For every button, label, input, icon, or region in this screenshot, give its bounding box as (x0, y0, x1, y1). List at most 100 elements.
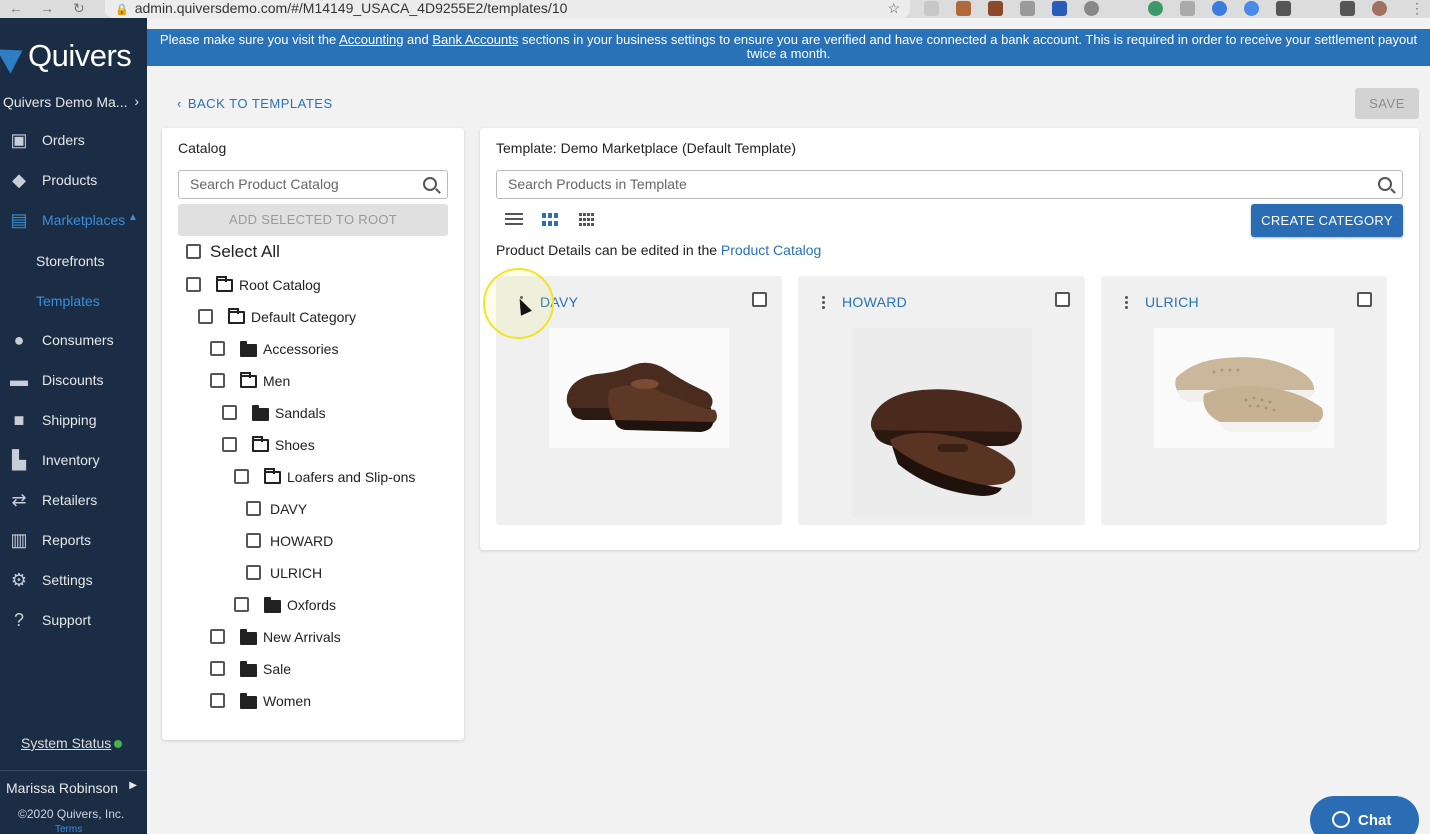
extension-icon[interactable] (988, 1, 1003, 16)
tree-checkbox[interactable] (210, 341, 225, 356)
extension-icon[interactable] (956, 1, 971, 16)
key-icon[interactable] (1340, 1, 1355, 16)
tree-item-label[interactable]: ULRICH (270, 565, 322, 581)
folder-icon (252, 405, 269, 421)
org-name: Quivers Demo Ma... (3, 94, 128, 110)
reload-icon[interactable]: ↻ (73, 0, 85, 16)
tree-checkbox[interactable] (210, 693, 225, 708)
product-name-link[interactable]: ULRICH (1145, 294, 1199, 310)
tree-checkbox[interactable] (186, 277, 201, 292)
logo-text: Quivers (28, 38, 132, 73)
tree-item-label[interactable]: Default Category (251, 309, 356, 325)
extension-icon[interactable] (1148, 1, 1163, 16)
system-status-link[interactable]: System Status (21, 735, 123, 751)
terms-link[interactable]: Terms (55, 824, 82, 834)
product-checkbox[interactable] (1055, 292, 1070, 307)
sidebar-item-orders[interactable]: ▣ Orders (0, 126, 147, 156)
search-icon[interactable] (1378, 177, 1392, 191)
tree-item-label[interactable]: Women (263, 693, 311, 709)
user-menu[interactable]: Marissa Robinson ▶ (6, 780, 141, 796)
sidebar-item-retailers[interactable]: ⇄ Retailers (0, 486, 147, 516)
product-name-link[interactable]: HOWARD (842, 294, 907, 310)
more-options-icon[interactable] (822, 296, 826, 310)
template-title: Template: Demo Marketplace (Default Temp… (496, 140, 797, 156)
bookmark-star-icon[interactable]: ☆ (887, 0, 900, 17)
puzzle-icon[interactable] (1276, 1, 1291, 16)
address-bar[interactable]: 🔒 admin.quiversdemo.com/#/M14149_USACA_4D… (105, 0, 910, 18)
tree-checkbox[interactable] (210, 373, 225, 388)
tree-item-label[interactable]: Oxfords (287, 597, 336, 613)
sidebar-item-marketplaces[interactable]: ▤ Marketplaces ▲ (0, 206, 147, 236)
product-checkbox[interactable] (752, 292, 767, 307)
tree-item-label[interactable]: DAVY (270, 501, 307, 517)
product-image[interactable] (1154, 328, 1334, 448)
tree-checkbox[interactable] (246, 533, 261, 548)
sidebar-item-products[interactable]: ◆ Products (0, 166, 147, 196)
sidebar-item-shipping[interactable]: ■ Shipping (0, 406, 147, 436)
extension-icon[interactable] (1084, 1, 1099, 16)
sidebar-subitem-templates[interactable]: Templates (36, 293, 100, 309)
tree-checkbox[interactable] (198, 309, 213, 324)
sidebar-item-settings[interactable]: ⚙ Settings (0, 566, 147, 596)
bank-accounts-link[interactable]: Bank Accounts (432, 32, 518, 47)
tree-item-label[interactable]: Sale (263, 661, 291, 677)
tree-checkbox[interactable] (222, 437, 237, 452)
extension-icon[interactable] (1052, 1, 1067, 16)
tree-checkbox[interactable] (210, 661, 225, 676)
folder-open-icon (264, 468, 281, 484)
tree-item-label[interactable]: Loafers and Slip-ons (287, 469, 415, 485)
sidebar-item-discounts[interactable]: ▬ Discounts (0, 366, 147, 396)
tree-item-label[interactable]: Accessories (263, 341, 338, 357)
tree-checkbox[interactable] (246, 565, 261, 580)
menu-dots-icon[interactable]: ⋮ (1410, 0, 1424, 16)
tree-checkbox[interactable] (246, 501, 261, 516)
product-image[interactable] (549, 328, 729, 448)
grid-view-icon[interactable] (542, 213, 558, 227)
sidebar-subitem-storefronts[interactable]: Storefronts (36, 253, 104, 269)
product-checkbox[interactable] (1357, 292, 1372, 307)
sidebar-item-consumers[interactable]: ● Consumers (0, 326, 147, 356)
tree-checkbox[interactable] (234, 597, 249, 612)
select-all-checkbox[interactable] (186, 244, 201, 259)
back-to-templates-link[interactable]: ‹ BACK TO TEMPLATES (177, 96, 333, 111)
quivers-logo[interactable]: Quivers (0, 38, 147, 74)
template-search-input[interactable]: Search Products in Template (496, 170, 1403, 199)
tree-checkbox[interactable] (222, 405, 237, 420)
product-image[interactable] (852, 328, 1032, 518)
create-category-button[interactable]: CREATE CATEGORY (1251, 204, 1403, 237)
extension-icon[interactable] (924, 1, 939, 16)
search-icon[interactable] (423, 177, 437, 191)
extension-icon[interactable] (1244, 1, 1259, 16)
back-arrow-icon[interactable]: ← (9, 0, 23, 16)
forward-arrow-icon[interactable]: → (40, 0, 54, 16)
tree-item-label[interactable]: Men (263, 373, 290, 389)
sidebar-item-label: Marketplaces (42, 212, 126, 228)
tree-item-label[interactable]: New Arrivals (263, 629, 341, 645)
extension-icon[interactable] (1212, 1, 1227, 16)
org-switcher[interactable]: Quivers Demo Ma... › (3, 93, 143, 110)
tree-item-label[interactable]: HOWARD (270, 533, 333, 549)
catalog-search-input[interactable]: Search Product Catalog (178, 170, 448, 199)
accounting-link[interactable]: Accounting (339, 32, 403, 47)
save-button[interactable]: SAVE (1355, 88, 1419, 119)
sidebar-item-reports[interactable]: ▥ Reports (0, 526, 147, 556)
extension-icon[interactable] (1180, 1, 1195, 16)
chat-button[interactable]: Chat (1310, 796, 1419, 834)
tree-item-label[interactable]: Shoes (275, 437, 315, 453)
sidebar-item-inventory[interactable]: ▙ Inventory (0, 446, 147, 476)
profile-avatar[interactable] (1372, 1, 1387, 16)
tree-checkbox[interactable] (210, 629, 225, 644)
extension-icon[interactable] (1020, 1, 1035, 16)
sidebar-item-support[interactable]: ? Support (0, 606, 147, 636)
tree-checkbox[interactable] (234, 469, 249, 484)
tree-item-label[interactable]: Root Catalog (239, 277, 321, 293)
more-options-icon[interactable] (1125, 296, 1129, 310)
product-card[interactable]: HOWARD (798, 276, 1085, 525)
add-selected-to-root-button[interactable]: ADD SELECTED TO ROOT (178, 204, 448, 236)
product-catalog-link[interactable]: Product Catalog (721, 242, 821, 258)
shoe-image (549, 328, 729, 448)
product-card[interactable]: ULRICH (1101, 276, 1387, 525)
tree-item-label[interactable]: Sandals (275, 405, 326, 421)
compact-grid-view-icon[interactable] (579, 213, 595, 227)
list-view-icon[interactable] (505, 213, 523, 227)
